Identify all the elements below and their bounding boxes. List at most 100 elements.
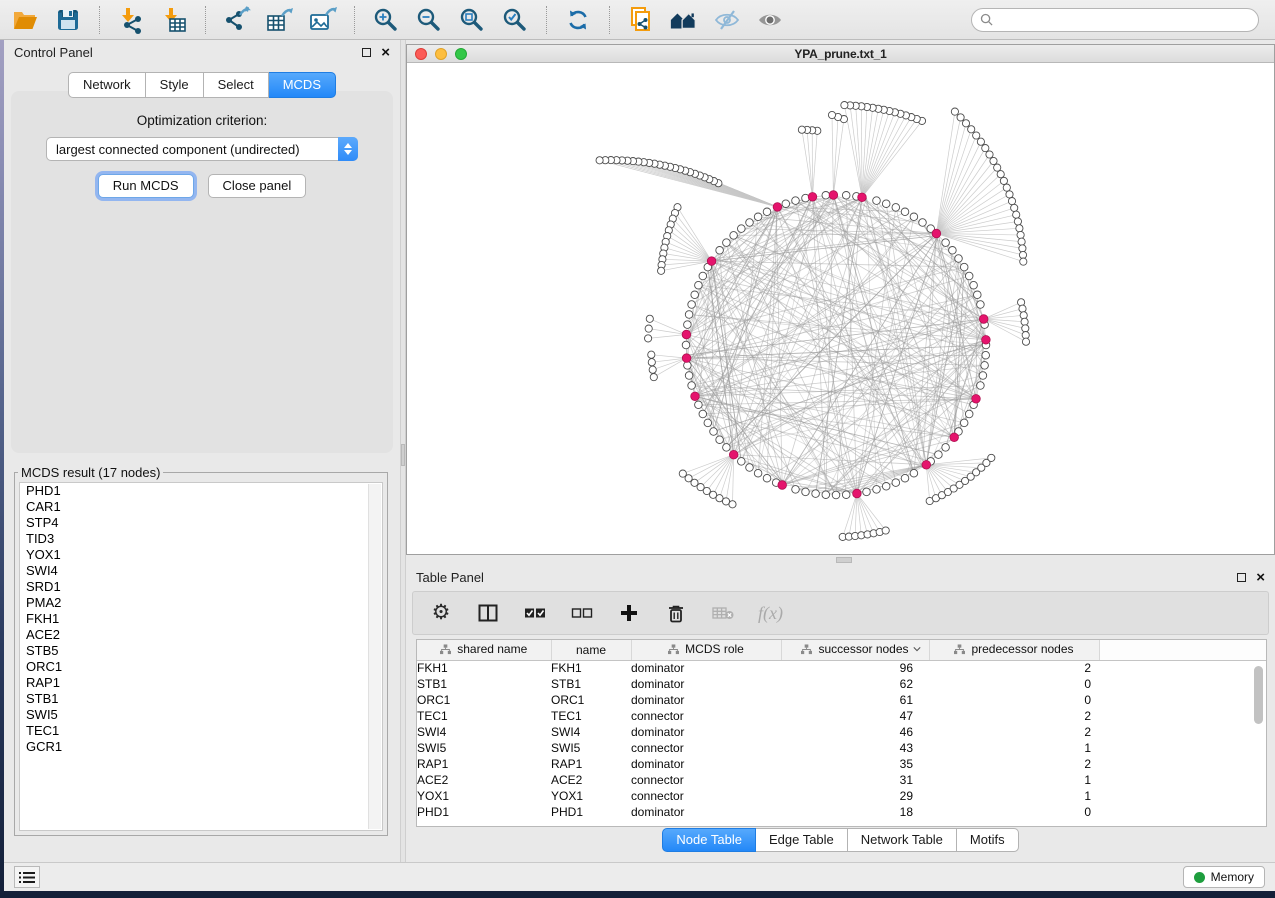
table-tab-network-table[interactable]: Network Table	[848, 828, 957, 852]
column-header-predecessor-nodes[interactable]: predecessor nodes	[929, 640, 1099, 660]
graph-selected-node[interactable]	[922, 461, 931, 470]
graph-selected-node[interactable]	[773, 203, 782, 212]
graph-leaf-node[interactable]	[645, 325, 652, 332]
mcds-result-item[interactable]: PMA2	[20, 595, 382, 611]
export-network-icon[interactable]	[222, 6, 252, 34]
graph-leaf-node[interactable]	[1000, 177, 1007, 184]
graph-node[interactable]	[682, 341, 690, 349]
table-row[interactable]: FKH1FKH1dominator962	[417, 660, 1266, 676]
mcds-result-item[interactable]: TID3	[20, 531, 382, 547]
window-minimize-icon[interactable]	[435, 48, 447, 60]
graph-leaf-node[interactable]	[1020, 312, 1027, 319]
graph-leaf-node[interactable]	[1019, 251, 1026, 258]
graph-leaf-node[interactable]	[990, 157, 997, 164]
table-row[interactable]: ACE2ACE2connector311	[417, 772, 1266, 788]
export-image-icon[interactable]	[308, 6, 338, 34]
graph-leaf-node[interactable]	[646, 315, 653, 322]
close-panel-icon[interactable]: ×	[381, 48, 390, 57]
table-scrollbar-thumb[interactable]	[1254, 666, 1263, 724]
table-row[interactable]: PHD1PHD1dominator180	[417, 804, 1266, 820]
tab-network[interactable]: Network	[68, 72, 146, 98]
network-window-titlebar[interactable]: YPA_prune.txt_1	[407, 45, 1274, 63]
mcds-result-item[interactable]: GCR1	[20, 739, 382, 755]
graph-node[interactable]	[822, 491, 830, 499]
table-tab-motifs[interactable]: Motifs	[957, 828, 1019, 852]
graph-node[interactable]	[754, 469, 762, 477]
graph-node[interactable]	[882, 200, 890, 208]
delete-column-icon[interactable]	[664, 601, 688, 625]
graph-leaf-node[interactable]	[648, 351, 655, 358]
graph-node[interactable]	[955, 255, 963, 263]
graph-node[interactable]	[691, 291, 699, 299]
add-column-icon[interactable]	[617, 601, 641, 625]
graph-node[interactable]	[746, 464, 754, 472]
graph-node[interactable]	[910, 469, 918, 477]
table-row[interactable]: RAP1RAP1dominator352	[417, 756, 1266, 772]
mcds-result-item[interactable]: ACE2	[20, 627, 382, 643]
graph-leaf-node[interactable]	[1019, 245, 1026, 252]
graph-node[interactable]	[738, 225, 746, 233]
result-list-scrollbar[interactable]	[368, 484, 381, 829]
mcds-result-item[interactable]: FKH1	[20, 611, 382, 627]
graph-leaf-node[interactable]	[1003, 184, 1010, 191]
graph-node[interactable]	[812, 490, 820, 498]
splitter-grip[interactable]	[836, 557, 852, 563]
graph-node[interactable]	[979, 372, 987, 380]
graph-node[interactable]	[901, 208, 909, 216]
show-all-icon[interactable]	[755, 6, 785, 34]
close-panel-icon[interactable]: ×	[1256, 573, 1265, 582]
graph-node[interactable]	[699, 272, 707, 280]
graph-selected-node[interactable]	[778, 481, 787, 490]
graph-node[interactable]	[919, 219, 927, 227]
graph-selected-node[interactable]	[979, 315, 988, 324]
export-table-icon[interactable]	[265, 6, 295, 34]
graph-leaf-node[interactable]	[1014, 218, 1021, 225]
graph-selected-node[interactable]	[682, 354, 691, 363]
graph-node[interactable]	[730, 232, 738, 240]
graph-node[interactable]	[892, 204, 900, 212]
run-mcds-button[interactable]: Run MCDS	[98, 174, 194, 198]
graph-selected-node[interactable]	[853, 489, 862, 498]
mcds-result-item[interactable]: TEC1	[20, 723, 382, 739]
function-builder-icon[interactable]: f(x)	[758, 601, 783, 625]
graph-node[interactable]	[688, 301, 696, 309]
task-history-button[interactable]	[14, 866, 40, 888]
graph-leaf-node[interactable]	[982, 145, 989, 152]
attribute-settings-icon[interactable]: ⚙	[429, 601, 453, 625]
mcds-result-item[interactable]: STP4	[20, 515, 382, 531]
graph-leaf-node[interactable]	[1022, 325, 1029, 332]
graph-node[interactable]	[942, 444, 950, 452]
network-canvas[interactable]	[407, 63, 1274, 554]
mcds-result-item[interactable]: SWI5	[20, 707, 382, 723]
search-input[interactable]	[998, 13, 1250, 27]
window-maximize-icon[interactable]	[455, 48, 467, 60]
graph-selected-node[interactable]	[808, 193, 817, 202]
graph-leaf-node[interactable]	[1013, 211, 1020, 218]
graph-node[interactable]	[710, 428, 718, 436]
table-row[interactable]: STB1STB1dominator620	[417, 676, 1266, 692]
duplicate-network-icon[interactable]	[626, 6, 656, 34]
deselect-all-icon[interactable]	[570, 601, 594, 625]
graph-leaf-node[interactable]	[957, 114, 964, 121]
graph-leaf-node[interactable]	[649, 366, 656, 373]
graph-selected-node[interactable]	[707, 257, 716, 266]
table-row[interactable]: SWI4SWI4dominator462	[417, 724, 1266, 740]
graph-node[interactable]	[723, 239, 731, 247]
graph-node[interactable]	[832, 491, 840, 499]
graph-node[interactable]	[684, 321, 692, 329]
column-header-MCDS-role[interactable]: MCDS role	[631, 640, 781, 660]
graph-node[interactable]	[802, 488, 810, 496]
zoom-in-icon[interactable]	[371, 6, 401, 34]
mcds-result-item[interactable]: STB1	[20, 691, 382, 707]
graph-leaf-node[interactable]	[1008, 198, 1015, 205]
graph-node[interactable]	[982, 351, 990, 359]
graph-leaf-node[interactable]	[650, 374, 657, 381]
mcds-result-item[interactable]: RAP1	[20, 675, 382, 691]
graph-leaf-node[interactable]	[1016, 225, 1023, 232]
zoom-fit-icon[interactable]	[457, 6, 487, 34]
graph-node[interactable]	[699, 410, 707, 418]
graph-leaf-node[interactable]	[973, 132, 980, 139]
graph-node[interactable]	[977, 382, 985, 390]
graph-node[interactable]	[695, 281, 703, 289]
graph-selected-node[interactable]	[972, 395, 981, 404]
